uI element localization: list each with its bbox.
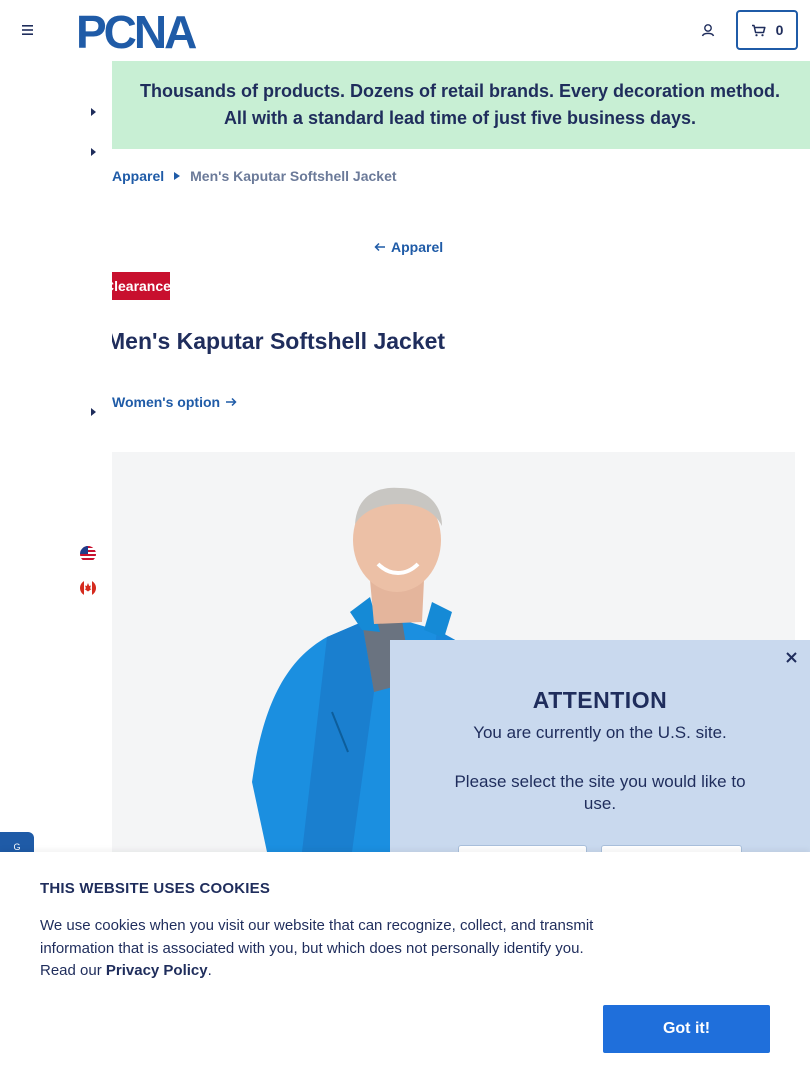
us-flag-icon[interactable] xyxy=(80,546,96,562)
breadcrumb: Apparel Men's Kaputar Softshell Jacket xyxy=(112,167,397,185)
cookie-text: We use cookies when you visit our websit… xyxy=(40,915,600,983)
womens-option-label: Women's option xyxy=(112,394,221,410)
modal-current-site-text: You are currently on the U.S. site. xyxy=(473,723,727,742)
site-select-modal: ATTENTION You are currently on the U.S. … xyxy=(390,640,810,880)
cart-count: 0 xyxy=(775,22,784,38)
drawer-item-caret[interactable] xyxy=(88,106,98,118)
close-icon xyxy=(785,651,797,663)
pcna-logo[interactable]: PCNA xyxy=(76,6,224,58)
user-icon xyxy=(701,24,715,37)
modal-title: ATTENTION xyxy=(532,687,668,713)
breadcrumb-current: Men's Kaputar Softshell Jacket xyxy=(190,168,397,184)
menu-button[interactable] xyxy=(16,18,40,42)
back-to-apparel-link[interactable]: Apparel xyxy=(374,239,443,255)
arrow-right-icon xyxy=(226,397,237,407)
site-header: PCNA 0 xyxy=(0,0,810,60)
caret-right-icon xyxy=(90,108,96,116)
cookie-banner: THIS WEBSITE USES COOKIES We use cookies… xyxy=(0,852,810,1080)
cookie-title: THIS WEBSITE USES COOKIES xyxy=(40,880,271,897)
modal-instruction-text: Please select the site you would like to… xyxy=(454,772,746,813)
arrow-left-icon xyxy=(374,242,385,252)
caret-right-icon xyxy=(174,172,181,180)
drawer-item-caret[interactable] xyxy=(88,406,98,418)
caret-right-icon xyxy=(90,408,96,416)
cookie-text-suffix: . xyxy=(207,962,212,979)
cart-button[interactable]: 0 xyxy=(736,10,798,50)
svg-text:PCNA: PCNA xyxy=(76,11,196,51)
account-button[interactable] xyxy=(696,18,720,42)
side-tab-label: G xyxy=(13,842,21,852)
modal-close-button[interactable] xyxy=(782,648,800,666)
promo-text: Thousands of products. Dozens of retail … xyxy=(139,81,781,128)
privacy-policy-link[interactable]: Privacy Policy xyxy=(106,962,208,979)
cart-icon xyxy=(751,24,766,36)
accept-cookies-button[interactable]: Got it! xyxy=(603,1005,770,1053)
product-title: Men's Kaputar Softshell Jacket xyxy=(106,328,446,354)
drawer-item-caret[interactable] xyxy=(88,146,98,158)
womens-option-link[interactable]: Women's option xyxy=(112,394,237,410)
breadcrumb-apparel[interactable]: Apparel xyxy=(112,168,164,184)
promo-banner: Thousands of products. Dozens of retail … xyxy=(110,61,810,149)
back-link-label: Apparel xyxy=(391,239,444,255)
hamburger-menu-icon xyxy=(22,25,33,35)
canada-flag-icon[interactable] xyxy=(80,580,96,596)
caret-right-icon xyxy=(90,148,96,156)
